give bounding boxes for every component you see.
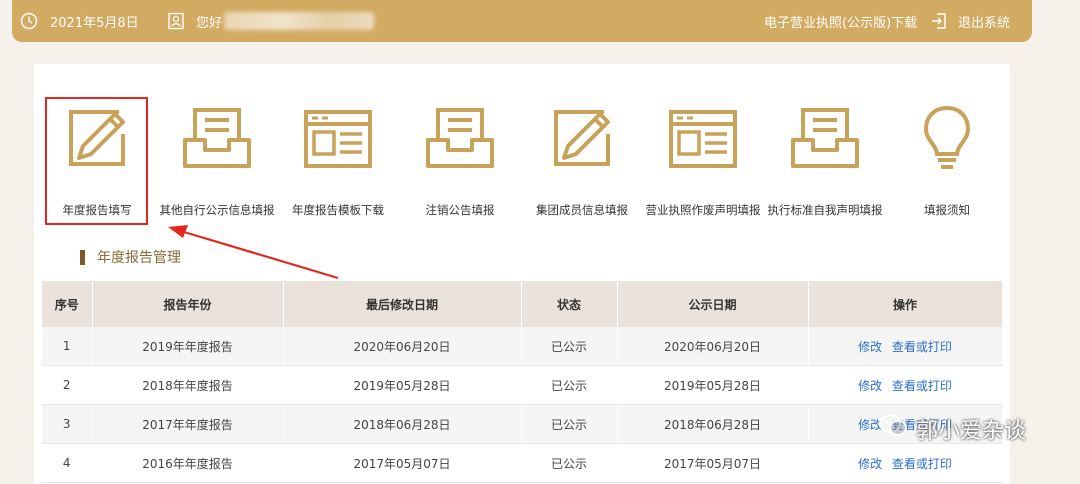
tile-label: 填报须知 bbox=[924, 203, 970, 217]
highlight-box bbox=[45, 97, 148, 225]
user-greeting: 您好 bbox=[167, 0, 375, 42]
section-title: 年度报告管理 bbox=[80, 247, 181, 267]
license-download-link[interactable]: 电子营业执照(公示版)下载 bbox=[764, 0, 917, 42]
lightbulb-icon bbox=[907, 102, 987, 174]
logout-icon bbox=[930, 12, 948, 30]
view-print-link[interactable]: 查看或打印 bbox=[892, 340, 952, 354]
section-title-text: 年度报告管理 bbox=[97, 250, 181, 266]
cell-year: 2018年年度报告 bbox=[92, 365, 284, 405]
edit-link[interactable]: 修改 bbox=[858, 457, 882, 471]
pencil-frame-icon bbox=[542, 102, 622, 174]
col-header-status: 状态 bbox=[521, 281, 618, 327]
cell-published: 2019年05月28日 bbox=[617, 365, 809, 405]
table-header-row: 序号 报告年份 最后修改日期 状态 公示日期 操作 bbox=[42, 281, 1003, 327]
table-row: 3 2017年年度报告 2018年06月28日 已公示 2018年06月28日 … bbox=[42, 404, 1003, 444]
col-header-actions: 操作 bbox=[808, 281, 1003, 327]
cell-published: 2017年05月07日 bbox=[617, 443, 809, 483]
table-row: 1 2019年年度报告 2020年06月20日 已公示 2020年06月20日 … bbox=[42, 327, 1003, 366]
cell-actions: 修改 查看或打印 bbox=[808, 327, 1003, 366]
col-header-no: 序号 bbox=[42, 281, 93, 327]
date-text: 2021年5月8日 bbox=[50, 15, 139, 31]
cell-actions: 修改 查看或打印 bbox=[808, 443, 1003, 483]
col-header-published: 公示日期 bbox=[617, 281, 809, 327]
cell-no: 4 bbox=[42, 443, 93, 483]
cell-status: 已公示 bbox=[521, 327, 618, 366]
view-print-link[interactable]: 查看或打印 bbox=[892, 379, 952, 393]
date-display: 2021年5月8日 bbox=[20, 0, 139, 42]
cell-year: 2016年年度报告 bbox=[92, 443, 284, 483]
inbox-tray-icon bbox=[177, 102, 257, 174]
edit-link[interactable]: 修改 bbox=[858, 379, 882, 393]
cell-year: 2019年年度报告 bbox=[92, 327, 284, 366]
blurred-username bbox=[224, 12, 375, 30]
browser-window-icon bbox=[663, 102, 743, 174]
cell-no: 3 bbox=[42, 404, 93, 444]
cell-actions: 修改 查看或打印 bbox=[808, 365, 1003, 405]
cell-modified: 2018年06月28日 bbox=[283, 404, 522, 444]
inbox-tray-icon bbox=[785, 102, 865, 174]
cell-no: 2 bbox=[42, 365, 93, 405]
cell-no: 1 bbox=[42, 327, 93, 366]
wechat-logo-icon bbox=[878, 413, 908, 445]
cell-status: 已公示 bbox=[521, 365, 618, 405]
inbox-tray-icon bbox=[420, 102, 500, 174]
user-card-icon bbox=[167, 12, 185, 30]
greeting-text: 您好 bbox=[196, 15, 223, 31]
logout-button[interactable]: 退出系统 bbox=[930, 0, 1010, 42]
col-header-year: 报告年份 bbox=[92, 281, 284, 327]
cell-modified: 2017年05月07日 bbox=[283, 443, 522, 483]
logout-label: 退出系统 bbox=[958, 15, 1011, 31]
section-marker bbox=[80, 249, 85, 265]
cell-year: 2017年年度报告 bbox=[92, 404, 284, 444]
cell-published: 2020年06月20日 bbox=[617, 327, 809, 366]
cell-status: 已公示 bbox=[521, 404, 618, 444]
license-download-label: 电子营业执照(公示版)下载 bbox=[764, 15, 918, 31]
watermark-text: 郭小爱杂谈 bbox=[916, 419, 1027, 444]
browser-window-icon bbox=[298, 102, 378, 174]
tile-filing-notes[interactable]: 填报须知 bbox=[887, 92, 1007, 222]
edit-link[interactable]: 修改 bbox=[858, 340, 882, 354]
top-bar: 2021年5月8日 您好 电子营业执照(公示版)下载 退出系统 bbox=[12, 0, 1032, 42]
cell-modified: 2019年05月28日 bbox=[283, 365, 522, 405]
table-row: 4 2016年年度报告 2017年05月07日 已公示 2017年05月07日 … bbox=[42, 443, 1003, 483]
view-print-link[interactable]: 查看或打印 bbox=[892, 457, 952, 471]
col-header-modified: 最后修改日期 bbox=[283, 281, 522, 327]
cell-published: 2018年06月28日 bbox=[617, 404, 809, 444]
annual-report-table: 序号 报告年份 最后修改日期 状态 公示日期 操作 1 2019年年度报告 20… bbox=[42, 281, 1003, 483]
watermark: 郭小爱杂谈 bbox=[878, 413, 1026, 445]
clock-icon bbox=[20, 12, 38, 30]
cell-modified: 2020年06月20日 bbox=[283, 327, 522, 366]
cell-status: 已公示 bbox=[521, 443, 618, 483]
table-row: 2 2018年年度报告 2019年05月28日 已公示 2019年05月28日 … bbox=[42, 365, 1003, 405]
